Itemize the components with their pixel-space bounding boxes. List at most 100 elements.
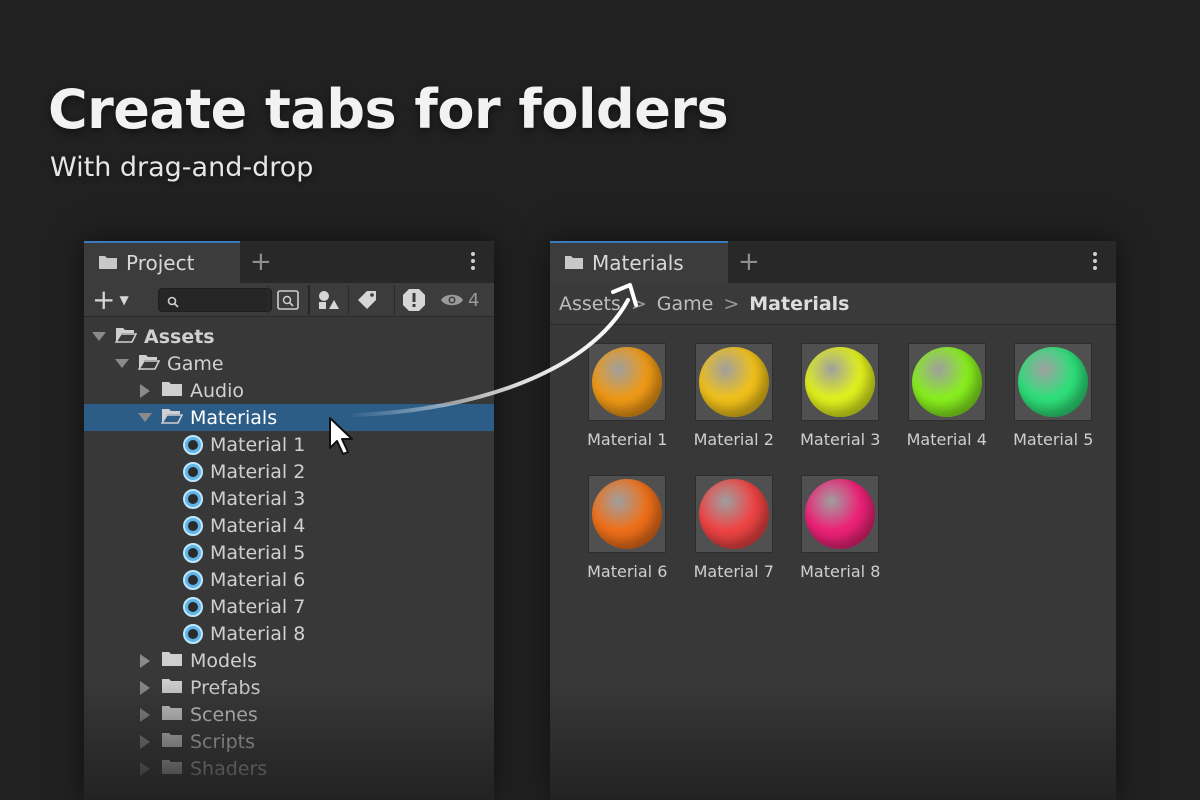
tree-item[interactable]: Material 4 [84,512,494,539]
material-icon [183,515,203,536]
more-menu-icon[interactable] [1088,252,1102,272]
material-thumbnail [1014,343,1093,421]
sphere-preview-icon [698,347,769,417]
more-menu-icon[interactable] [466,252,480,272]
material-asset[interactable]: Material 7 [681,475,788,607]
chevron-right-icon[interactable] [140,383,150,398]
tag-icon [357,291,376,309]
chevron-right-icon[interactable] [140,680,150,695]
create-button[interactable]: + ▼ [92,285,129,315]
material-asset[interactable]: Material 5 [1000,343,1107,475]
tree-item[interactable]: Material 1 [84,431,494,458]
material-asset[interactable]: Material 4 [894,343,1001,475]
tree-item-label: Assets [144,325,215,348]
add-tab-button[interactable]: + [738,247,760,277]
hero-title: Create tabs for folders [48,78,729,141]
folder-icon [161,704,183,726]
tree-item[interactable]: Shaders [84,755,494,782]
hidden-packages-toggle[interactable]: 4 [440,285,479,315]
sphere-preview-icon [911,347,982,417]
search-window-icon [276,290,299,310]
tree-item-label: Material 4 [210,514,306,537]
tree-item[interactable]: Material 5 [84,539,494,566]
breadcrumb: Assets > Game > Materials [550,283,1116,325]
breadcrumb-materials[interactable]: Materials [749,293,849,315]
chevron-right-icon[interactable] [140,734,150,749]
search-icon [167,293,179,312]
filter-by-label-button[interactable] [348,285,386,315]
tree-item-label: Models [190,649,257,672]
tree-item[interactable]: Scenes [84,701,494,728]
tree-item[interactable]: Audio [84,377,494,404]
add-tab-button[interactable]: + [250,247,272,277]
folder-icon [161,677,183,699]
tree-item[interactable]: Materials [84,404,494,431]
folder-open-icon [137,353,161,375]
materials-tabbar: Materials + [550,241,1116,283]
material-asset[interactable]: Material 3 [787,343,894,475]
tree-item[interactable]: Material 7 [84,593,494,620]
tree-item[interactable]: Material 6 [84,566,494,593]
filter-by-type-button[interactable] [308,285,346,315]
warnings-button[interactable] [394,285,432,315]
tree-item[interactable]: Prefabs [84,674,494,701]
open-search-window-button[interactable] [268,285,306,315]
chevron-right-icon[interactable] [140,707,150,722]
breadcrumb-assets[interactable]: Assets [559,293,621,315]
materials-panel: Materials + Assets > Game > Materials Ma… [550,241,1116,800]
tab-project[interactable]: Project [84,241,240,283]
tree-item[interactable]: Material 8 [84,620,494,647]
chevron-down-icon[interactable] [115,359,129,368]
tree-item-label: Material 1 [210,433,306,456]
tree-item[interactable]: Game [84,350,494,377]
chevron-right-icon: > [630,292,647,315]
material-icon [183,461,203,482]
folder-icon [564,251,584,275]
material-name: Material 7 [693,562,774,581]
tab-project-label: Project [126,251,195,275]
sphere-preview-icon [592,347,663,417]
chevron-down-icon[interactable] [92,332,106,341]
material-asset[interactable]: Material 6 [574,475,681,607]
search-input[interactable] [158,288,272,312]
chevron-right-icon[interactable] [140,653,150,668]
material-asset[interactable]: Material 1 [574,343,681,475]
tree-item[interactable]: Models [84,647,494,674]
tree-item-label: Material 5 [210,541,306,564]
tree-item-label: Material 2 [210,460,306,483]
tree-item[interactable]: Material 2 [84,458,494,485]
material-asset[interactable]: Material 2 [681,343,788,475]
sphere-preview-icon [592,479,663,549]
project-tree: Assets Game Audio Materials Material 1 Materi… [84,317,494,782]
tree-item-label: Material 8 [210,622,306,645]
material-asset[interactable]: Material 8 [787,475,894,607]
tree-item-label: Materials [190,406,278,429]
material-icon [183,623,203,644]
tree-item[interactable]: Assets [84,323,494,350]
material-thumbnail [588,475,667,553]
material-name: Material 6 [587,562,668,581]
folder-icon [98,251,118,275]
tree-item[interactable]: Scripts [84,728,494,755]
material-thumbnail [907,343,986,421]
chevron-right-icon[interactable] [140,761,150,776]
asset-grid: Material 1 Material 2 Material 3 Material 4… [574,343,1114,607]
folder-open-icon [114,326,138,348]
material-name: Material 5 [1013,430,1094,449]
material-icon [183,596,203,617]
tree-item-label: Audio [190,379,245,402]
tree-item-label: Shaders [190,757,268,780]
tree-item[interactable]: Material 3 [84,485,494,512]
warning-icon [402,289,425,311]
material-icon [183,488,203,509]
project-panel: Project + + ▼ 4 Assets Game Audio Materi… [84,241,494,800]
tree-item-label: Material 3 [210,487,306,510]
material-thumbnail [694,475,773,553]
material-name: Material 8 [800,562,881,581]
tree-item-label: Material 6 [210,568,306,591]
material-thumbnail [588,343,667,421]
tree-item-label: Scripts [190,730,256,753]
breadcrumb-game[interactable]: Game [657,293,714,315]
chevron-down-icon[interactable] [138,413,152,422]
tab-materials[interactable]: Materials [550,241,728,283]
